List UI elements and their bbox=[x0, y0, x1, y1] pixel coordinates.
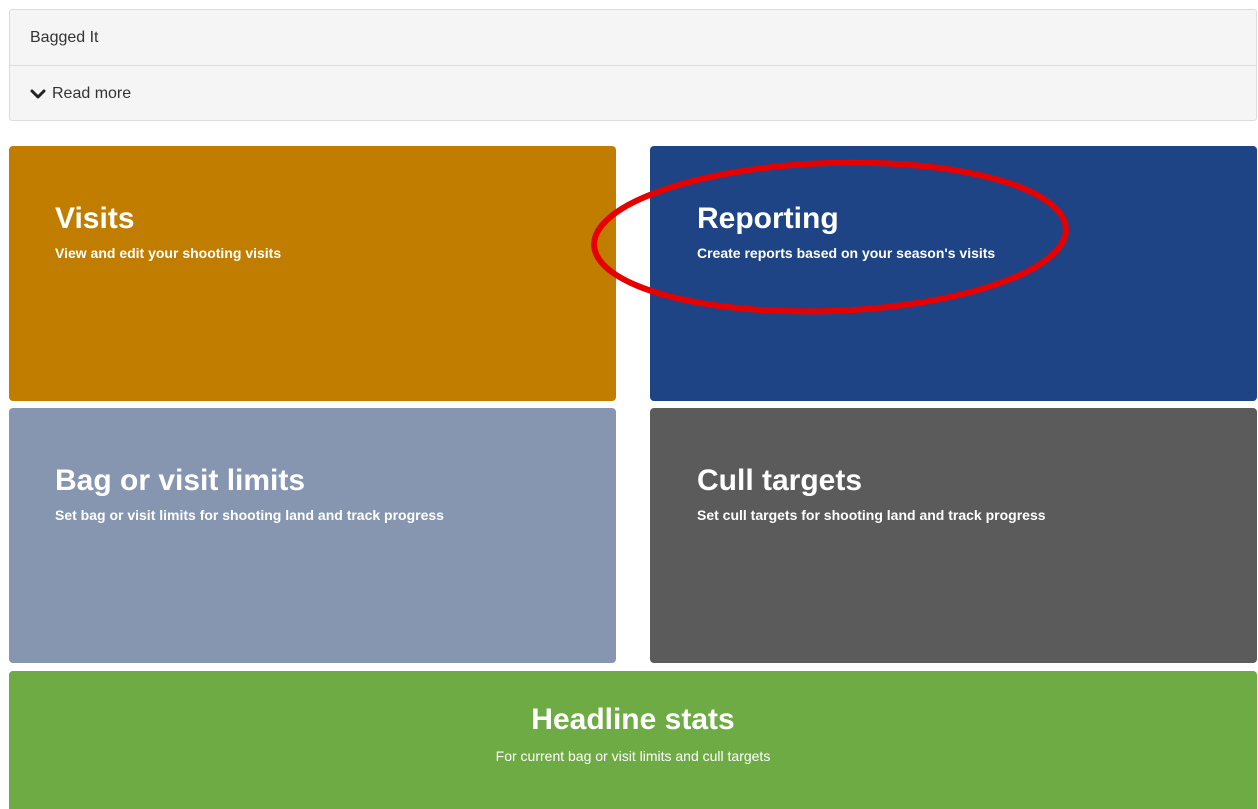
reporting-subtitle: Create reports based on your season's vi… bbox=[697, 245, 996, 261]
visits-title: Visits bbox=[55, 202, 135, 235]
panel-title: Bagged It bbox=[10, 10, 1256, 66]
cull-targets-subtitle: Set cull targets for shooting land and t… bbox=[697, 507, 1046, 523]
bag-limits-title: Bag or visit limits bbox=[55, 464, 306, 497]
bagged-it-panel: Bagged It Read more bbox=[9, 9, 1257, 121]
bag-limits-tile[interactable]: Bag or visit limits Set bag or visit lim… bbox=[9, 408, 616, 663]
headline-stats-subtitle: For current bag or visit limits and cull… bbox=[495, 748, 771, 764]
visits-subtitle: View and edit your shooting visits bbox=[55, 245, 282, 261]
chevron-down-icon bbox=[30, 89, 46, 98]
read-more-toggle[interactable]: Read more bbox=[10, 66, 1256, 121]
reporting-tile[interactable]: Reporting Create reports based on your s… bbox=[650, 146, 1257, 401]
cull-targets-title: Cull targets bbox=[697, 464, 863, 497]
bag-limits-subtitle: Set bag or visit limits for shooting lan… bbox=[55, 507, 444, 523]
cull-targets-tile[interactable]: Cull targets Set cull targets for shooti… bbox=[650, 408, 1257, 663]
reporting-title: Reporting bbox=[697, 202, 839, 235]
headline-stats-tile[interactable]: Headline stats For current bag or visit … bbox=[9, 671, 1257, 809]
headline-stats-title: Headline stats bbox=[531, 703, 735, 736]
read-more-label: Read more bbox=[52, 85, 132, 102]
visits-tile[interactable]: Visits View and edit your shooting visit… bbox=[9, 146, 616, 401]
